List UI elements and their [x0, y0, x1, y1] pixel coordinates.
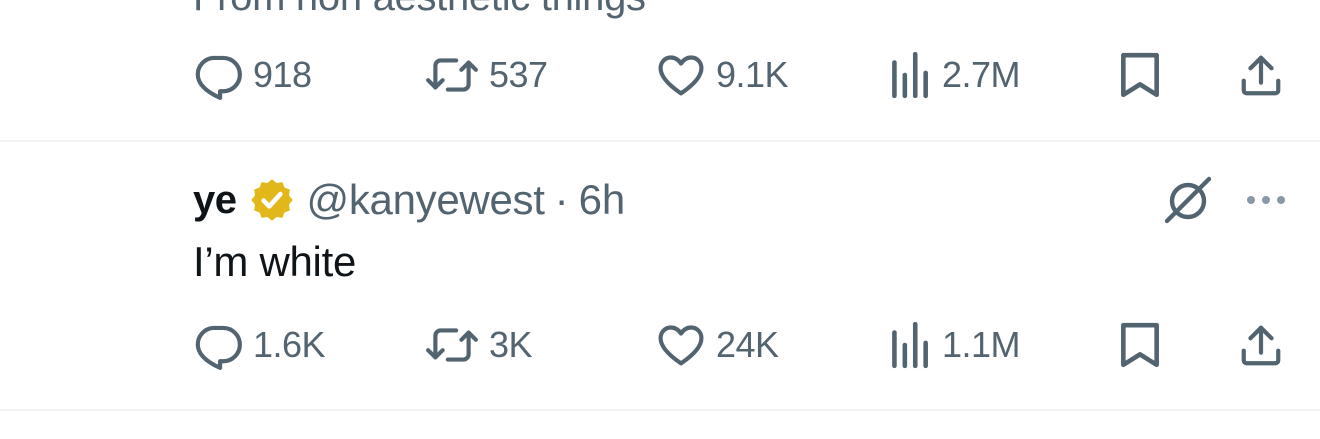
reply-icon — [195, 325, 242, 370]
verified-badge-icon[interactable] — [249, 177, 295, 223]
previous-reply-button[interactable]: 918 — [193, 50, 312, 100]
reply-button[interactable]: 1.6K — [193, 320, 326, 370]
views-count: 1.1M — [942, 324, 1021, 365]
like-icon — [658, 325, 704, 366]
retweet-icon — [426, 328, 478, 362]
like-icon — [658, 55, 704, 96]
previous-retweet-button[interactable]: 537 — [425, 50, 548, 100]
user-handle[interactable]: @kanyewest — [307, 176, 545, 224]
retweet-icon — [426, 58, 478, 92]
tweet-divider — [0, 409, 1320, 411]
retweet-button[interactable]: 3K — [425, 320, 533, 370]
previous-like-button[interactable]: 9.1K — [656, 50, 789, 100]
views-icon — [892, 51, 928, 99]
previous-views-button[interactable]: 2.7M — [886, 50, 1021, 100]
more-icon[interactable] — [1243, 188, 1289, 212]
reply-count: 1.6K — [253, 324, 326, 365]
views-icon — [892, 321, 928, 369]
like-count: 24K — [716, 324, 779, 365]
retweet-count: 3K — [489, 324, 533, 365]
separator-dot: · — [554, 176, 569, 223]
tweet-divider — [0, 140, 1320, 142]
share-icon[interactable] — [1238, 52, 1284, 98]
views-button[interactable]: 1.1M — [886, 320, 1021, 370]
reply-count: 918 — [253, 54, 312, 95]
like-button[interactable]: 24K — [656, 320, 779, 370]
display-name[interactable]: ye — [193, 178, 237, 223]
share-icon[interactable] — [1238, 322, 1284, 368]
views-count: 2.7M — [942, 54, 1021, 95]
bookmark-icon[interactable] — [1117, 50, 1163, 100]
bookmark-icon[interactable] — [1117, 320, 1163, 370]
reply-icon — [195, 55, 242, 100]
timestamp[interactable]: 6h — [579, 176, 626, 224]
previous-tweet-text: From non aesthetic things — [193, 0, 646, 20]
like-count: 9.1K — [716, 54, 789, 95]
tweet-header: ye @kanyewest · 6h — [193, 172, 625, 228]
tweet-text: I’m white — [193, 238, 357, 285]
retweet-count: 537 — [489, 54, 548, 95]
grok-icon[interactable] — [1162, 175, 1214, 225]
